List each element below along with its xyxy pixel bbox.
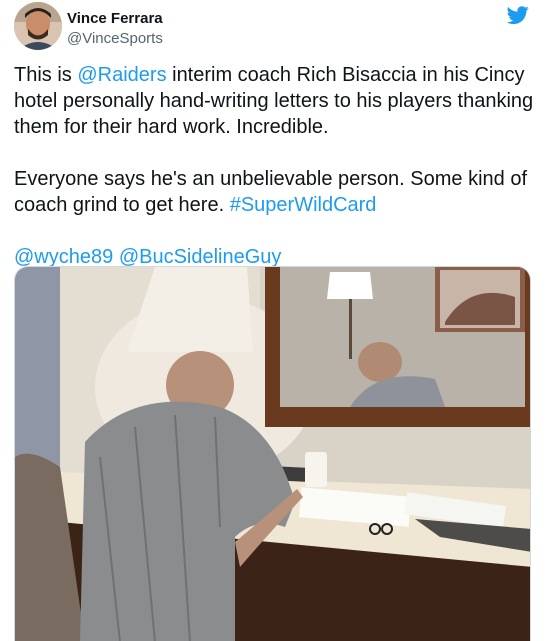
hashtag-link[interactable]: #SuperWildCard bbox=[230, 194, 377, 216]
hotel-room-photo bbox=[15, 267, 530, 641]
tweet-paragraph-2: Everyone says he's an unbelievable perso… bbox=[14, 166, 534, 218]
tweet-paragraph-1: This is @Raiders interim coach Rich Bisa… bbox=[14, 62, 534, 140]
tweet-header: Vince Ferrara @VinceSports bbox=[14, 2, 534, 52]
tweet-body: This is @Raiders interim coach Rich Bisa… bbox=[14, 62, 534, 270]
mention-link-bucsidelineguy[interactable]: @BucSidelineGuy bbox=[119, 246, 282, 268]
author-handle[interactable]: @VinceSports bbox=[67, 30, 163, 47]
mention-link-wyche89[interactable]: @wyche89 bbox=[14, 246, 113, 268]
mention-link-raiders[interactable]: @Raiders bbox=[77, 64, 166, 86]
text-fragment: This is bbox=[14, 64, 78, 86]
twitter-bird-icon[interactable] bbox=[506, 4, 530, 26]
author-avatar[interactable] bbox=[14, 2, 62, 50]
author-name[interactable]: Vince Ferrara bbox=[67, 10, 163, 27]
tweet-photo[interactable] bbox=[14, 266, 531, 641]
coffee-cup bbox=[305, 452, 327, 487]
